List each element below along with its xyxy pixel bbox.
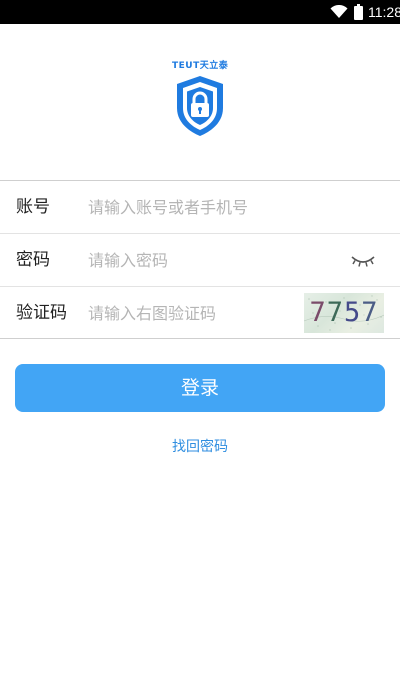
captcha-char: 7	[309, 297, 327, 328]
battery-icon	[354, 4, 363, 20]
captcha-input[interactable]	[88, 297, 338, 330]
password-row: 密码	[0, 234, 400, 287]
login-form: 账号 密码 验证码 775	[0, 180, 400, 339]
login-button[interactable]: 登录	[15, 364, 385, 412]
account-label: 账号	[16, 197, 50, 217]
password-label: 密码	[16, 250, 50, 270]
status-bar: 11:28	[0, 0, 400, 24]
account-row: 账号	[0, 181, 400, 234]
account-input[interactable]	[88, 191, 338, 224]
shield-lock-icon	[177, 76, 223, 136]
recover-password-link[interactable]: 找回密码	[0, 437, 400, 457]
captcha-char: 7	[326, 297, 344, 328]
captcha-image[interactable]: 7757	[304, 293, 384, 333]
eye-closed-icon[interactable]	[350, 254, 376, 268]
app-logo: TEUT天立泰	[170, 58, 230, 138]
captcha-label: 验证码	[16, 303, 67, 323]
captcha-char: 5	[344, 297, 362, 328]
captcha-row: 验证码 7757	[0, 287, 400, 340]
brand-text: TEUT天立泰	[172, 61, 229, 71]
wifi-icon	[330, 5, 348, 18]
status-time: 11:28	[368, 4, 400, 20]
captcha-char: 7	[361, 297, 379, 328]
captcha-text: 7757	[304, 293, 384, 333]
password-input[interactable]	[88, 244, 338, 277]
